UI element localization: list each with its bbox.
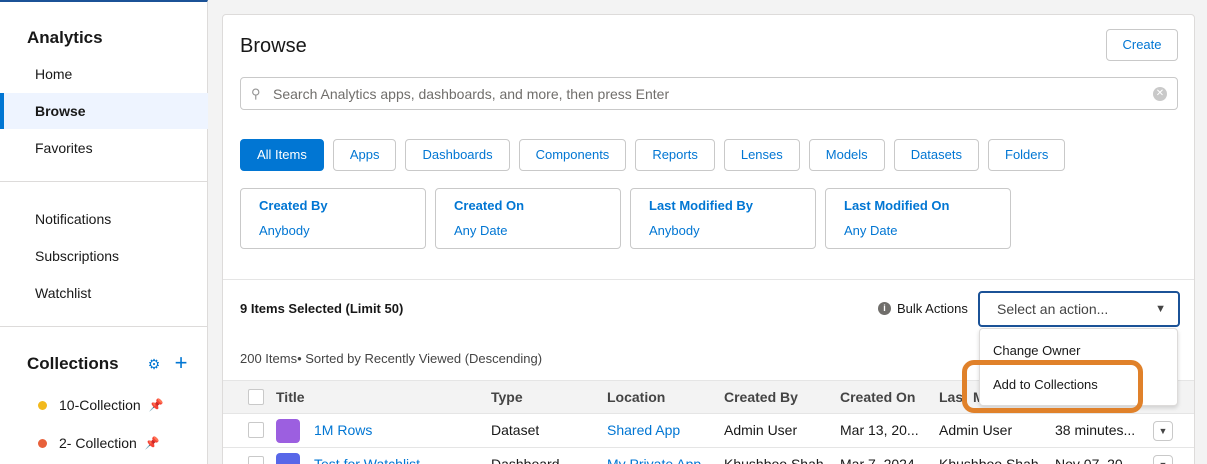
chip-apps[interactable]: Apps: [332, 139, 397, 171]
table-row[interactable]: 1M Rows Dataset Shared App Admin User Ma…: [223, 414, 1194, 448]
dataset-icon: [276, 419, 300, 443]
chip-all-items[interactable]: All Items: [240, 139, 324, 171]
sidebar-item-browse[interactable]: Browse: [0, 93, 208, 129]
chip-reports[interactable]: Reports: [635, 139, 715, 171]
dashboard-icon: [276, 453, 300, 464]
search-input[interactable]: [273, 85, 1133, 102]
clear-icon[interactable]: ✕: [1153, 87, 1167, 101]
selected-count: 9 Items Selected (Limit 50): [240, 301, 404, 316]
menu-item-add-to-collections[interactable]: Add to Collections: [993, 377, 1098, 392]
chip-datasets[interactable]: Datasets: [893, 139, 979, 171]
filter-label: Last Modified By: [649, 198, 754, 213]
caret-down-icon: ▼: [1155, 303, 1166, 315]
divider: [223, 279, 1194, 280]
sidebar-divider: [0, 181, 208, 182]
add-collection-plus-icon[interactable]: +: [172, 352, 190, 374]
bulk-actions: i Bulk Actions: [878, 301, 968, 316]
items-summary: 200 Items• Sorted by Recently Viewed (De…: [240, 351, 543, 366]
row-actions-chevron-down-icon[interactable]: ▼: [1153, 421, 1173, 441]
filter-value: Anybody: [259, 223, 310, 238]
filter-label: Created By: [259, 198, 328, 213]
sidebar-item-favorites[interactable]: Favorites: [0, 130, 208, 166]
menu-item-change-owner[interactable]: Change Owner: [993, 343, 1080, 358]
row-title[interactable]: Test for Watchlist: [314, 448, 420, 464]
row-location[interactable]: Shared App: [607, 414, 680, 447]
sidebar-item-home[interactable]: Home: [0, 56, 208, 92]
attribute-filters: Created By Anybody Created On Any Date L…: [240, 188, 1011, 249]
row-type: Dashboard: [491, 456, 560, 464]
table-row[interactable]: Test for Watchlist Dashboard My Private …: [223, 448, 1194, 464]
sidebar-title: Analytics: [27, 28, 103, 47]
row-modified-on: 38 minutes...: [1055, 422, 1136, 438]
row-created-by: Khushboo Shah: [724, 456, 824, 464]
filter-value: Any Date: [454, 223, 508, 238]
action-select[interactable]: Select an action... ▼: [978, 291, 1180, 327]
search-icon: ⚲: [251, 85, 261, 101]
row-created-by: Admin User: [724, 422, 798, 438]
select-all-checkbox[interactable]: [248, 389, 264, 405]
collection-color-dot: [38, 438, 47, 448]
search-bar[interactable]: ⚲ ✕: [240, 77, 1178, 110]
filter-created-on[interactable]: Created On Any Date: [435, 188, 621, 249]
pin-icon[interactable]: 📌: [149, 395, 164, 415]
action-dropdown-menu: Change Owner Add to Collections: [979, 328, 1178, 406]
row-actions-chevron-down-icon[interactable]: ▼: [1153, 455, 1173, 464]
column-header-created-on[interactable]: Created On: [840, 381, 915, 413]
filter-value: Any Date: [844, 223, 898, 238]
bulk-actions-label: Bulk Actions: [897, 301, 968, 316]
pin-icon[interactable]: 📌: [145, 433, 160, 453]
row-location[interactable]: My Private App: [607, 448, 701, 464]
collections-title: Collections: [27, 354, 119, 373]
page-title: Browse: [240, 35, 307, 57]
filter-last-modified-on[interactable]: Last Modified On Any Date: [825, 188, 1011, 249]
collection-color-dot: [38, 400, 47, 410]
collection-item[interactable]: 10-Collection 📌: [38, 395, 164, 415]
gear-icon[interactable]: ⚙: [146, 356, 162, 372]
column-header-location[interactable]: Location: [607, 381, 665, 413]
column-header-type[interactable]: Type: [491, 381, 523, 413]
row-modified-by: Khushboo Shah: [939, 456, 1039, 464]
chip-models[interactable]: Models: [808, 139, 885, 171]
chip-dashboards[interactable]: Dashboards: [405, 139, 510, 171]
filter-label: Last Modified On: [844, 198, 950, 213]
filter-value: Anybody: [649, 223, 700, 238]
filter-label: Created On: [454, 198, 525, 213]
row-type: Dataset: [491, 422, 540, 438]
collection-label: 2- Collection: [59, 435, 137, 451]
collection-label: 10-Collection: [59, 397, 141, 413]
action-select-value: Select an action...: [997, 301, 1109, 317]
row-created-on: Mar 7, 2024: [840, 456, 915, 464]
row-created-on: Mar 13, 20...: [840, 422, 919, 438]
row-checkbox[interactable]: [248, 456, 264, 464]
sidebar-item-subscriptions[interactable]: Subscriptions: [0, 238, 208, 274]
row-modified-on: Nov 07, 20: [1055, 456, 1123, 464]
column-header-last-modified-by[interactable]: Las: [939, 381, 963, 413]
row-title[interactable]: 1M Rows: [314, 414, 372, 447]
create-button[interactable]: Create: [1106, 29, 1178, 61]
collection-item[interactable]: 2- Collection 📌: [38, 433, 160, 453]
column-header-created-by[interactable]: Created By: [724, 381, 798, 413]
column-header-title[interactable]: Title: [276, 381, 305, 413]
filter-created-by[interactable]: Created By Anybody: [240, 188, 426, 249]
chip-components[interactable]: Components: [518, 139, 627, 171]
row-checkbox[interactable]: [248, 422, 264, 438]
info-icon[interactable]: i: [878, 302, 891, 315]
chip-folders[interactable]: Folders: [988, 139, 1066, 171]
sidebar-divider: [0, 326, 208, 327]
sidebar: Analytics Home Browse Favorites Notifica…: [0, 0, 208, 464]
sidebar-item-notifications[interactable]: Notifications: [0, 201, 208, 237]
sidebar-item-watchlist[interactable]: Watchlist: [0, 275, 208, 311]
chip-lenses[interactable]: Lenses: [723, 139, 800, 171]
type-filter-chips: All Items Apps Dashboards Components Rep…: [240, 139, 1066, 171]
filter-last-modified-by[interactable]: Last Modified By Anybody: [630, 188, 816, 249]
row-modified-by: Admin User: [939, 422, 1013, 438]
